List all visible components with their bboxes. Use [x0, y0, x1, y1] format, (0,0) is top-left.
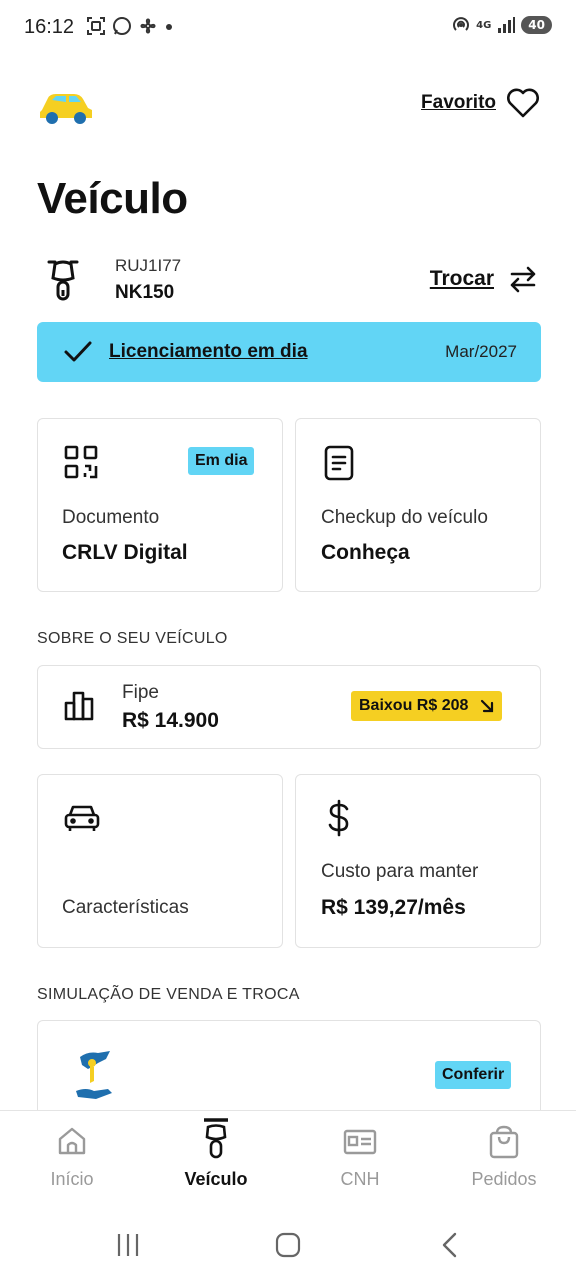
switch-vehicle-button[interactable]: Trocar — [430, 264, 538, 294]
licensing-status-banner[interactable]: Licenciamento em dia Mar/2027 — [37, 322, 541, 382]
arrow-down-right-icon — [481, 699, 494, 713]
shopping-bag-icon — [489, 1125, 519, 1159]
status-time: 16:12 — [24, 16, 75, 38]
licensing-status-text: Licenciamento em dia — [109, 341, 308, 362]
licensing-date: Mar/2027 — [445, 342, 517, 361]
hand-key-icon — [76, 1051, 112, 1099]
notification-icons — [86, 16, 174, 36]
screenshot-icon — [87, 17, 105, 35]
app-header: Favorito — [0, 80, 576, 136]
qr-code-icon — [64, 445, 98, 479]
motorcycle-icon — [47, 260, 79, 301]
id-card-icon — [343, 1129, 377, 1155]
vehicle-model: NK150 — [115, 282, 175, 303]
signal-icon — [498, 17, 516, 33]
check-offer-button[interactable]: Conferir — [435, 1061, 512, 1089]
home-icon — [58, 1127, 86, 1155]
switch-vehicle-label: Trocar — [429, 267, 494, 290]
fipe-card[interactable]: Fipe R$ 14.900 Baixou R$ 208 — [37, 665, 541, 749]
checkup-card[interactable]: Checkup do veículo Conheça — [295, 418, 541, 592]
checkup-subtitle: Checkup do veículo — [321, 507, 488, 528]
home-button-icon[interactable] — [275, 1232, 301, 1258]
document-card[interactable]: Em dia Documento CRLV Digital — [37, 418, 283, 592]
car-icon — [64, 805, 100, 831]
page-title: Veículo — [37, 174, 188, 223]
nav-item-cnh[interactable]: CNH — [288, 1111, 432, 1209]
battery-indicator: 40 — [521, 16, 552, 34]
status-bar: 16:12 4G 40 — [0, 0, 576, 56]
bar-chart-icon — [64, 691, 94, 721]
nav-label-veiculo: Veículo — [184, 1169, 248, 1189]
nav-item-pedidos[interactable]: Pedidos — [432, 1111, 576, 1209]
vehicle-plate: RUJ1I77 — [115, 256, 182, 275]
status-badge: Em dia — [188, 447, 255, 475]
nav-label-inicio: Início — [50, 1169, 94, 1189]
cost-card[interactable]: Custo para manter R$ 139,27/mês — [295, 774, 541, 948]
checkup-title: Conheça — [321, 541, 410, 564]
nav-item-veiculo[interactable]: Veículo — [144, 1111, 288, 1209]
simulation-section-label: SIMULAÇÃO DE VENDA E TROCA — [37, 986, 300, 1003]
dot-icon — [166, 24, 172, 30]
hotspot-icon — [453, 17, 470, 31]
vehicle-selector: RUJ1I77 NK150 Trocar — [37, 254, 540, 310]
motorcycle-icon — [204, 1118, 228, 1159]
document-title: CRLV Digital — [62, 541, 188, 564]
whatsapp-icon — [113, 17, 131, 35]
document-subtitle: Documento — [62, 507, 160, 528]
price-drop-badge: Baixou R$ 208 — [351, 691, 503, 721]
favorite-label: Favorito — [421, 92, 496, 113]
network-type: 4G — [476, 19, 492, 31]
about-section-label: SOBRE O SEU VEÍCULO — [37, 630, 228, 647]
check-icon — [64, 341, 92, 362]
characteristics-card[interactable]: Características — [37, 774, 283, 948]
nav-label-cnh: CNH — [340, 1169, 380, 1189]
system-indicators: 4G 40 — [452, 16, 552, 34]
recent-apps-icon[interactable] — [116, 1232, 140, 1258]
fan-icon — [140, 18, 156, 34]
swap-arrows-icon — [510, 266, 536, 293]
price-drop-label: Baixou R$ 208 — [359, 697, 469, 714]
characteristics-title: Características — [62, 897, 189, 918]
fipe-value: R$ 14.900 — [122, 709, 219, 732]
nav-item-inicio[interactable]: Início — [0, 1111, 144, 1209]
system-navigation-bar — [0, 1210, 576, 1280]
back-icon[interactable] — [440, 1232, 460, 1258]
fipe-label: Fipe — [122, 682, 159, 703]
dollar-icon — [328, 799, 349, 837]
nav-label-pedidos: Pedidos — [471, 1169, 537, 1189]
heart-icon — [507, 88, 539, 118]
cost-value: R$ 139,27/mês — [321, 896, 466, 919]
car-logo-icon — [40, 94, 92, 124]
favorite-button[interactable]: Favorito — [421, 88, 540, 118]
bottom-navigation: Início Veículo CNH Pedidos — [0, 1110, 576, 1208]
cost-subtitle: Custo para manter — [321, 861, 479, 882]
document-icon — [324, 445, 354, 481]
